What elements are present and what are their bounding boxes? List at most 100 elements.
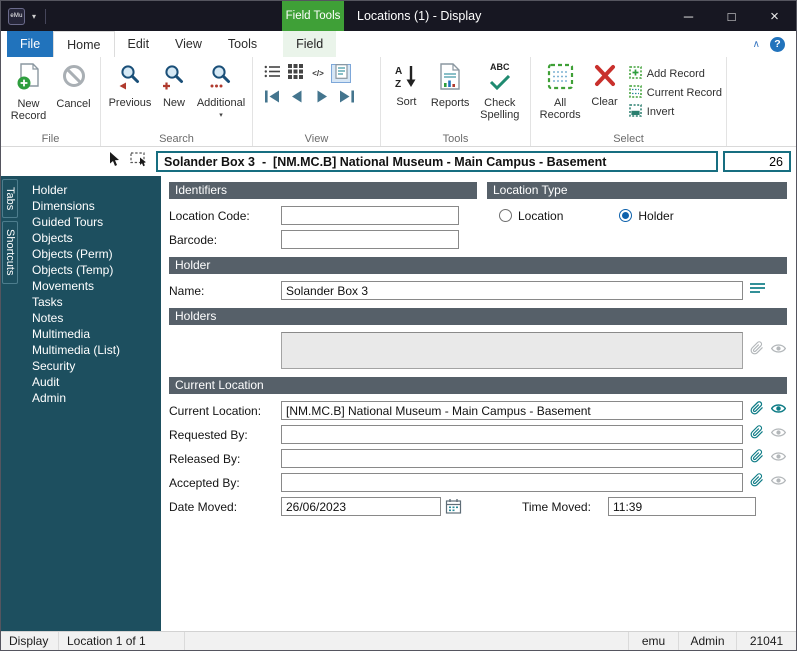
app-icon[interactable]: eMu xyxy=(8,8,25,25)
current-location-label: Current Location: xyxy=(169,404,281,418)
field-tools-contextual-header[interactable]: Field Tools xyxy=(282,1,344,31)
close-button[interactable]: × xyxy=(753,1,796,31)
sidebar-item-objects-perm[interactable]: Objects (Perm) xyxy=(19,246,161,262)
vertical-tab-tabs[interactable]: Tabs xyxy=(2,179,18,218)
app-window: eMu ▾ Field Tools Locations (1) - Displa… xyxy=(0,0,797,651)
requested-by-label: Requested By: xyxy=(169,428,281,442)
new-record-icon xyxy=(16,63,42,95)
code-view-button[interactable]: </> xyxy=(308,64,328,83)
check-spelling-icon xyxy=(489,75,511,94)
sidebar-item-admin[interactable]: Admin xyxy=(19,390,161,406)
reports-label: Reports xyxy=(431,97,470,110)
sidebar-item-movements[interactable]: Movements xyxy=(19,278,161,294)
pointer-icon[interactable] xyxy=(109,152,120,172)
accepted-by-field[interactable] xyxy=(281,473,743,492)
time-moved-field[interactable] xyxy=(608,497,756,516)
status-position: Location 1 of 1 xyxy=(59,632,185,650)
last-record-button[interactable] xyxy=(337,91,357,107)
list-view-button[interactable] xyxy=(262,64,282,83)
new-record-button[interactable]: New Record xyxy=(6,60,51,130)
sidebar-item-objects[interactable]: Objects xyxy=(19,230,161,246)
tab-home[interactable]: Home xyxy=(53,31,114,57)
barcode-field[interactable] xyxy=(281,230,459,249)
window-controls: ─ □ × xyxy=(667,1,796,31)
sidebar-item-notes[interactable]: Notes xyxy=(19,310,161,326)
sidebar-item-dimensions[interactable]: Dimensions xyxy=(19,198,161,214)
all-records-button[interactable]: All Records xyxy=(536,60,584,130)
tab-field[interactable]: Field xyxy=(283,31,336,57)
additional-search-label: Additional xyxy=(197,97,245,110)
current-location-attach-icon[interactable] xyxy=(750,401,764,420)
sort-button[interactable]: AZ Sort xyxy=(386,60,427,130)
group-label-search: Search xyxy=(101,133,252,145)
reports-button[interactable]: Reports xyxy=(427,60,474,130)
current-record-button[interactable]: Current Record xyxy=(629,85,722,100)
holders-attach-icon[interactable] xyxy=(750,341,764,360)
collapse-ribbon-icon[interactable]: ∧ xyxy=(753,39,760,50)
sidebar-item-audit[interactable]: Audit xyxy=(19,374,161,390)
released-by-field[interactable] xyxy=(281,449,743,468)
holders-view-icon[interactable] xyxy=(771,342,786,360)
help-icon[interactable]: ? xyxy=(770,37,785,52)
previous-search-button[interactable]: Previous xyxy=(106,60,154,130)
justify-text-icon[interactable] xyxy=(750,282,765,300)
cancel-button[interactable]: Cancel xyxy=(51,60,96,130)
requested-by-view-icon[interactable] xyxy=(771,426,786,444)
previous-record-button[interactable] xyxy=(287,91,307,107)
maximize-button[interactable]: □ xyxy=(710,1,753,31)
next-record-button[interactable] xyxy=(312,91,332,107)
sidebar-item-security[interactable]: Security xyxy=(19,358,161,374)
requested-by-field[interactable] xyxy=(281,425,743,444)
current-record-label: Current Record xyxy=(647,87,722,99)
sidebar-item-guided-tours[interactable]: Guided Tours xyxy=(19,214,161,230)
grid-view-button[interactable] xyxy=(285,64,305,83)
date-moved-field[interactable] xyxy=(281,497,441,516)
name-field[interactable] xyxy=(281,281,743,300)
additional-dropdown-icon: ▾ xyxy=(219,112,223,120)
vertical-tab-shortcuts[interactable]: Shortcuts xyxy=(2,221,18,283)
add-record-icon xyxy=(629,66,642,82)
barcode-label: Barcode: xyxy=(169,233,281,247)
status-code: 21041 xyxy=(736,632,796,650)
sidebar-item-holder[interactable]: Holder xyxy=(19,182,161,198)
ribbon-group-tools: AZ Sort Reports ABC Check Spelling Tools xyxy=(381,57,531,146)
add-record-button[interactable]: Add Record xyxy=(629,66,722,81)
first-record-button[interactable] xyxy=(262,91,282,107)
sort-label: Sort xyxy=(396,96,416,109)
check-spelling-button[interactable]: ABC Check Spelling xyxy=(474,60,527,130)
tab-view[interactable]: View xyxy=(162,31,215,57)
sort-icon: AZ xyxy=(393,63,419,93)
section-location-type: Location Type xyxy=(487,182,787,199)
quick-access-dropdown-icon[interactable]: ▾ xyxy=(32,12,36,21)
titlebar: eMu ▾ Field Tools Locations (1) - Displa… xyxy=(1,1,796,31)
select-region-icon[interactable] xyxy=(130,152,148,172)
page-view-button[interactable] xyxy=(331,64,351,83)
location-code-field[interactable] xyxy=(281,206,459,225)
additional-search-button[interactable]: Additional ▾ xyxy=(194,60,248,130)
current-location-field[interactable] xyxy=(281,401,743,420)
tab-file[interactable]: File xyxy=(7,31,53,57)
invert-button[interactable]: Invert xyxy=(629,104,722,119)
released-by-view-icon[interactable] xyxy=(771,450,786,468)
radio-location-circle xyxy=(499,209,512,222)
holders-field xyxy=(281,332,743,369)
sidebar-item-multimedia[interactable]: Multimedia xyxy=(19,326,161,342)
radio-location[interactable]: Location xyxy=(499,209,563,223)
requested-by-attach-icon[interactable] xyxy=(750,425,764,444)
radio-holder[interactable]: Holder xyxy=(619,209,673,223)
current-location-view-icon[interactable] xyxy=(771,402,786,420)
tab-tools[interactable]: Tools xyxy=(215,31,270,57)
clear-button[interactable]: Clear xyxy=(584,60,625,130)
released-by-attach-icon[interactable] xyxy=(750,449,764,468)
accepted-by-view-icon[interactable] xyxy=(771,474,786,492)
accepted-by-attach-icon[interactable] xyxy=(750,473,764,492)
new-search-icon xyxy=(162,63,186,94)
sidebar-item-tasks[interactable]: Tasks xyxy=(19,294,161,310)
new-search-button[interactable]: New xyxy=(154,60,194,130)
ribbon-group-select: All Records Clear Add Record Current Rec… xyxy=(531,57,727,146)
calendar-icon[interactable] xyxy=(445,498,462,515)
sidebar-item-objects-temp[interactable]: Objects (Temp) xyxy=(19,262,161,278)
minimize-button[interactable]: ─ xyxy=(667,1,710,31)
sidebar-item-multimedia-list[interactable]: Multimedia (List) xyxy=(19,342,161,358)
tab-edit[interactable]: Edit xyxy=(115,31,163,57)
